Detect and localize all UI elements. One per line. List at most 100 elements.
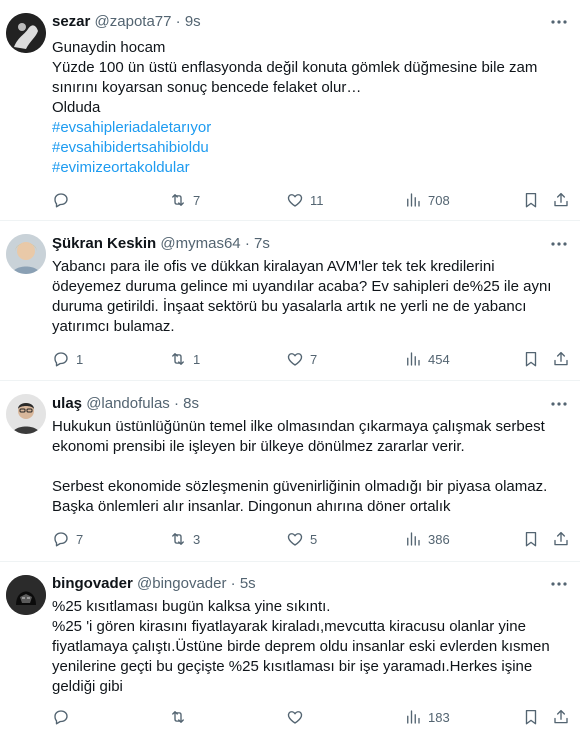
like-button[interactable]: 7 (286, 349, 317, 369)
tweet[interactable]: bingovader @bingovader · 5s %25 kısıtlam… (0, 562, 580, 729)
share-button[interactable] (552, 349, 570, 369)
tweet-header: bingovader @bingovader · 5s (52, 575, 256, 593)
tweet-text-line: fiyatlamaya çalıştı.Üstüne birde deprem … (52, 638, 550, 655)
views-count: 183 (428, 709, 450, 725)
tweet-text-line: Hukukun üstünlüğünün temel ilke olmasınd… (52, 418, 545, 435)
tweet-text-line: sınırını koyarsan sonuç bencede felaket … (52, 79, 362, 96)
like-button[interactable]: 5 (286, 529, 317, 549)
reply-button[interactable] (52, 707, 76, 727)
tweet-text-line: %25 'i gören kirasını fiyatlayarak kiral… (52, 618, 526, 635)
tweet-text-line: ödeyemez duruma gelince mi uyandılar aca… (52, 278, 552, 295)
reply-count: 7 (76, 531, 84, 547)
tweet-actions: 7 11 708 (52, 190, 572, 210)
tweet-text: Gunaydin hocam Yüzde 100 ün üstü enflasy… (52, 38, 572, 178)
display-name[interactable]: Şükran Keskin (52, 235, 156, 252)
display-name[interactable]: bingovader (52, 575, 133, 592)
tweet-text-line (52, 457, 572, 477)
user-handle[interactable]: @zapota77 (95, 13, 172, 30)
bookmark-icon (525, 351, 537, 367)
tweet-text-line: Yüzde 100 ün üstü enflasyonda değil konu… (52, 59, 538, 76)
avatar[interactable] (6, 234, 46, 274)
separator-dot: · (230, 575, 236, 592)
more-icon[interactable] (550, 575, 568, 593)
tweet-text-line: geldiği gibi (52, 678, 123, 695)
share-icon (554, 531, 568, 546)
like-icon (287, 353, 303, 366)
views-count: 454 (428, 351, 450, 367)
tweet-actions: 183 (52, 707, 572, 727)
bookmark-icon (525, 531, 537, 547)
separator-dot: · (175, 13, 181, 30)
tweet-text-line: Serbest ekonomide sözleşmenin güvenirliğ… (52, 478, 548, 495)
tweet-time[interactable]: 8s (183, 395, 199, 412)
separator-dot: · (244, 235, 250, 252)
share-button[interactable] (552, 190, 570, 210)
bookmark-button[interactable] (522, 190, 540, 210)
bookmark-icon (525, 709, 537, 725)
views-count: 708 (428, 192, 450, 208)
more-icon[interactable] (550, 395, 568, 413)
like-count: 7 (310, 351, 318, 367)
share-icon (554, 351, 568, 366)
tweet[interactable]: sezar @zapota77 · 9s Gunaydin hocam Yüzd… (0, 0, 580, 221)
tweet-text-line: yenilerine geçti bu geçişte %25 kısıtlam… (52, 658, 533, 675)
user-handle[interactable]: @landofulas (86, 395, 170, 412)
views-count: 386 (428, 531, 450, 547)
hashtag-link[interactable]: #evsahipleriadaletarıyor (52, 118, 572, 138)
views-button[interactable]: 708 (404, 190, 450, 210)
retweet-button[interactable] (169, 707, 193, 727)
tweet-text-line: %25 kısıtlaması bugün kalksa yine sıkınt… (52, 598, 331, 615)
tweet-text: Hukukun üstünlüğünün temel ilke olmasınd… (52, 417, 572, 517)
share-button[interactable] (552, 707, 570, 727)
tweet-header: sezar @zapota77 · 9s (52, 13, 201, 31)
bookmark-button[interactable] (522, 349, 540, 369)
avatar[interactable] (6, 13, 46, 53)
like-button[interactable] (286, 707, 310, 727)
like-button[interactable]: 11 (286, 190, 324, 210)
tweet-actions: 7 3 5 386 (52, 529, 572, 549)
reply-button[interactable]: 7 (52, 529, 83, 549)
user-handle[interactable]: @bingovader (137, 575, 226, 592)
reply-button[interactable] (52, 190, 76, 210)
display-name[interactable]: ulaş (52, 395, 82, 412)
tweet-text: Yabancı para ile ofis ve dükkan kiralaya… (52, 257, 572, 337)
retweet-icon (172, 533, 184, 545)
views-button[interactable]: 183 (404, 707, 450, 727)
hashtag-link[interactable]: #evsahibidertsahibioldu (52, 138, 572, 158)
retweet-count: 3 (193, 531, 201, 547)
separator-dot: · (173, 395, 179, 412)
tweet-time[interactable]: 9s (185, 13, 201, 30)
reply-button[interactable]: 1 (52, 349, 83, 369)
views-button[interactable]: 386 (404, 529, 450, 549)
hashtag-link[interactable]: #evimizeortakoldular (52, 158, 572, 178)
retweet-button[interactable]: 1 (169, 349, 200, 369)
tweet-text-line: duruma getirildi. İnşaat sektörü bu yasa… (52, 298, 527, 315)
tweet-text-line: Gunaydin hocam (52, 39, 166, 56)
more-icon[interactable] (550, 13, 568, 31)
tweet[interactable]: Şükran Keskin @mymas64 · 7s Yabancı para… (0, 221, 580, 381)
retweet-count: 7 (193, 192, 201, 208)
bookmark-button[interactable] (522, 707, 540, 727)
tweet[interactable]: ulaş @landofulas · 8s Hukukun üstünlüğün… (0, 381, 580, 562)
like-icon (287, 194, 303, 207)
retweet-button[interactable]: 7 (169, 190, 200, 210)
reply-icon (54, 532, 68, 547)
tweet-time[interactable]: 5s (240, 575, 256, 592)
tweet-time[interactable]: 7s (254, 235, 270, 252)
tweet-text-line: yatırımcı bulamaz. (52, 318, 175, 335)
more-icon[interactable] (550, 235, 568, 253)
views-button[interactable]: 454 (404, 349, 450, 369)
retweet-icon (172, 194, 184, 206)
reply-icon (54, 352, 68, 367)
retweet-button[interactable]: 3 (169, 529, 200, 549)
user-handle[interactable]: @mymas64 (160, 235, 240, 252)
avatar[interactable] (6, 575, 46, 615)
share-icon (554, 709, 568, 724)
retweet-icon (172, 353, 184, 365)
bookmark-button[interactable] (522, 529, 540, 549)
avatar[interactable] (6, 394, 46, 434)
share-button[interactable] (552, 529, 570, 549)
display-name[interactable]: sezar (52, 13, 90, 30)
tweet-text-line: Olduda (52, 99, 101, 116)
tweet-header: ulaş @landofulas · 8s (52, 395, 199, 413)
